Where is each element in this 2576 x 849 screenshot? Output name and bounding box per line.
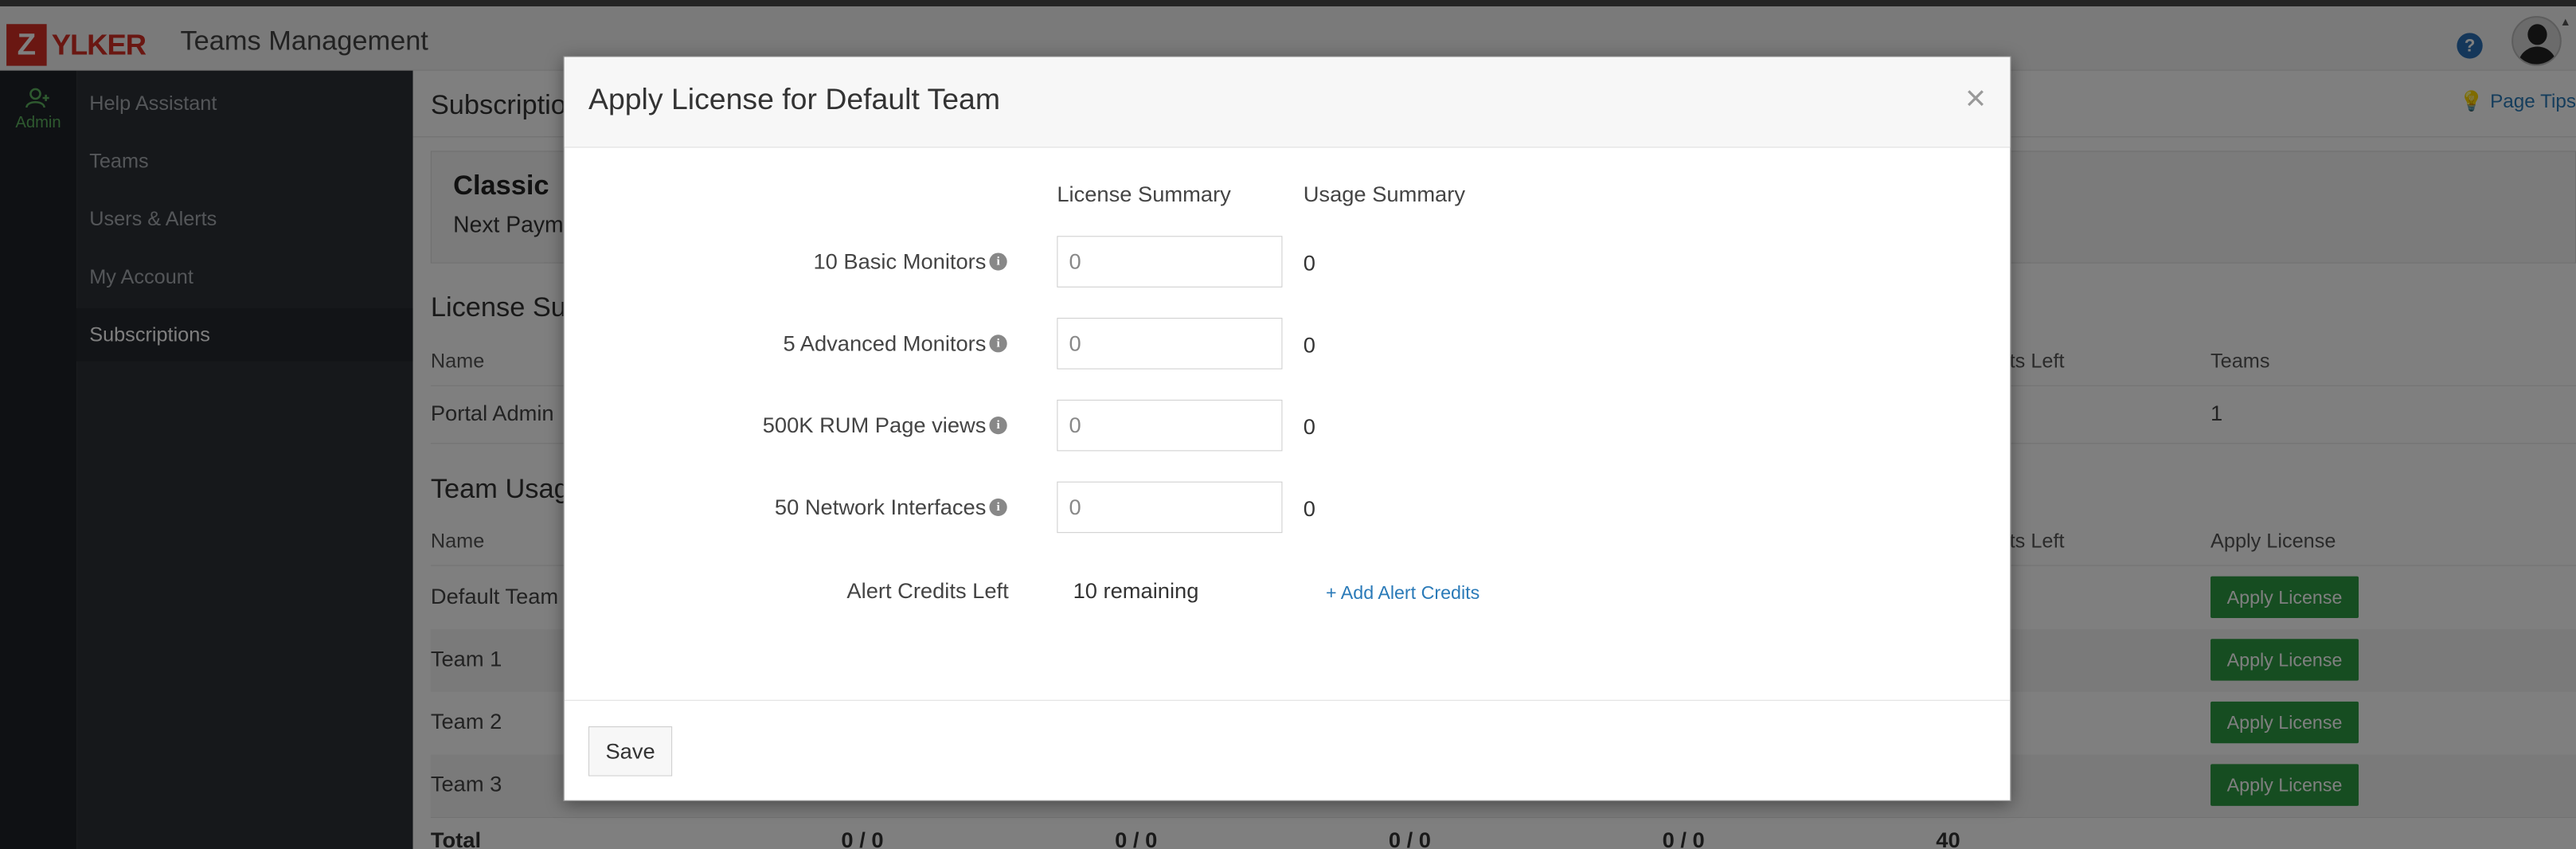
col-license-summary: License Summary <box>1057 182 1231 207</box>
advanced-monitors-usage: 0 <box>1303 333 1315 358</box>
info-icon[interactable]: i <box>989 335 1007 353</box>
divider <box>564 699 2011 701</box>
network-interfaces-input[interactable] <box>1057 481 1283 534</box>
add-alert-credits-link[interactable]: + Add Alert Credits <box>1326 582 1480 604</box>
rum-page-views-input[interactable] <box>1057 399 1283 452</box>
basic-monitors-usage: 0 <box>1303 251 1315 276</box>
alert-credits-label: Alert Credits Left <box>846 578 1009 603</box>
dialog-header: Apply License for Default Team × <box>564 57 2011 148</box>
rum-page-views-label: 500K RUM Page views <box>762 413 987 438</box>
rum-page-views-usage: 0 <box>1303 415 1315 440</box>
dialog-title: Apply License for Default Team <box>588 82 1001 116</box>
basic-monitors-label: 10 Basic Monitors <box>813 249 987 274</box>
network-interfaces-label: 50 Network Interfaces <box>774 495 987 520</box>
save-button[interactable]: Save <box>588 726 673 777</box>
network-interfaces-usage: 0 <box>1303 496 1315 522</box>
info-icon[interactable]: i <box>989 417 1007 435</box>
info-icon[interactable]: i <box>989 252 1007 271</box>
advanced-monitors-input[interactable] <box>1057 318 1283 370</box>
apply-license-dialog: Apply License for Default Team × License… <box>563 56 2011 801</box>
info-icon[interactable]: i <box>989 498 1007 517</box>
close-icon[interactable]: × <box>1965 80 1986 116</box>
advanced-monitors-label: 5 Advanced Monitors <box>783 331 987 356</box>
col-usage-summary: Usage Summary <box>1303 182 1465 207</box>
alert-credits-remaining: 10 remaining <box>1073 578 1199 603</box>
basic-monitors-input[interactable] <box>1057 236 1283 288</box>
